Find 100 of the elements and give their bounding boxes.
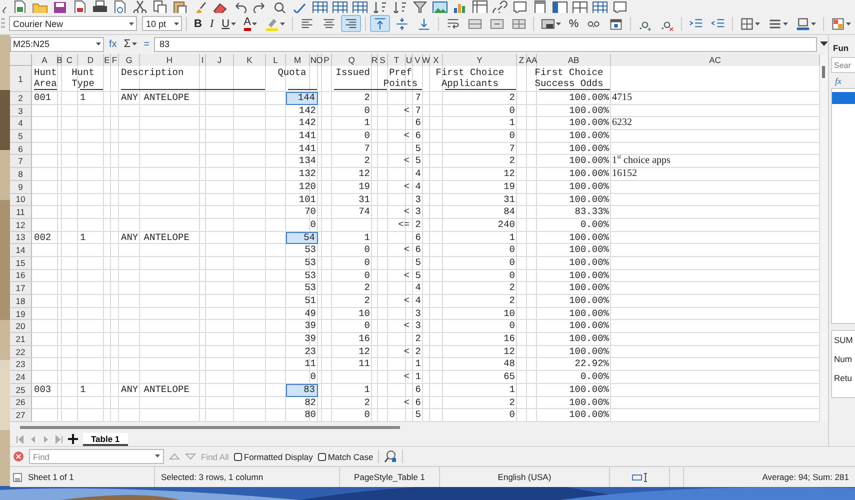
document-icon[interactable] [532,0,548,13]
horizontal-scrollbar[interactable] [20,426,400,428]
column-header[interactable]: Z [518,55,524,65]
document-icon[interactable] [72,0,88,13]
window-icon[interactable] [572,0,588,13]
table-cell[interactable]: 132 [286,168,318,181]
grid-icon[interactable] [472,0,488,13]
column-header[interactable]: Y [476,55,482,65]
table-icon[interactable] [312,0,328,13]
table-cell[interactable]: 101 [286,194,318,206]
caret-icon[interactable] [754,22,760,26]
row-header[interactable]: 9 [10,180,32,194]
printer-icon[interactable] [92,0,108,13]
caret-icon[interactable] [230,22,236,26]
document-icon[interactable] [12,0,28,13]
row-header[interactable]: 12 [10,218,32,232]
table-cell[interactable]: 53 [286,256,318,270]
column-header[interactable]: F [112,55,118,65]
caret-icon[interactable] [782,22,788,26]
font-color-button[interactable]: A [240,15,260,32]
column-header[interactable]: AA [526,55,538,65]
underline-button[interactable]: U [218,15,239,32]
align-top-button[interactable] [370,15,390,32]
row-header[interactable]: 25 [10,384,32,396]
table-cell[interactable]: 0 [286,218,318,232]
column-header[interactable]: R [371,55,378,65]
row-header[interactable]: 15 [10,256,32,270]
formula-input[interactable]: 83 [154,36,817,52]
search-icon[interactable] [272,0,288,13]
find-field[interactable]: Find [29,449,164,464]
comment-icon[interactable] [512,0,528,13]
table-cell[interactable]: 53 [286,244,318,257]
caret-icon[interactable] [155,454,160,458]
align-right-button[interactable] [340,15,361,32]
row-header[interactable]: 10 [10,194,32,206]
column-header[interactable]: K [246,55,252,65]
column-header[interactable]: V [414,55,420,65]
sheet-tab[interactable]: Table 1 [83,432,128,446]
table-cell[interactable]: 141 [286,130,318,143]
column-header[interactable]: L [273,55,278,65]
table-cell[interactable]: 80 [286,409,318,422]
column-header[interactable]: P [324,55,330,65]
formula-button[interactable]: fx [107,38,119,50]
column-header[interactable]: I [201,55,204,65]
column-header[interactable]: M [294,55,302,65]
language-status[interactable]: English (USA) [498,472,552,482]
close-icon[interactable] [13,451,24,462]
row-header[interactable]: 22 [10,346,32,358]
row-header[interactable]: 27 [10,409,32,422]
row-header[interactable]: 7 [10,155,32,168]
image-icon[interactable] [432,0,448,13]
percent-button[interactable]: % [566,15,582,32]
table-icon[interactable] [332,0,348,13]
table-cell[interactable]: 134 [286,155,318,168]
bold-button[interactable]: B [191,15,205,32]
sort-icon[interactable] [372,0,388,13]
table-cell[interactable]: 0 [286,371,318,384]
caret-icon[interactable] [96,42,101,46]
row-header[interactable]: 14 [10,244,32,257]
table-cell[interactable]: 142 [286,104,318,118]
column-header[interactable]: U [406,55,412,65]
font-size-field[interactable]: 10 pt [142,16,182,31]
column-header[interactable]: G [126,55,132,65]
caret-icon[interactable] [556,22,561,26]
caret-icon[interactable] [280,22,285,26]
formula-button[interactable]: = [142,38,152,50]
caret-icon[interactable] [252,22,257,26]
table-cell[interactable]: 83 [286,384,318,396]
caret-icon[interactable] [810,22,816,26]
row-header[interactable]: 19 [10,308,32,320]
row-header[interactable]: 8 [10,168,32,181]
column-header[interactable]: AC [709,55,721,65]
row-header[interactable]: 26 [10,396,32,410]
scissors-icon[interactable] [132,0,148,13]
comment-icon[interactable] [612,0,628,13]
copy-icon[interactable] [152,0,168,13]
row-header[interactable]: 4 [10,117,32,130]
chevron-icon[interactable] [2,6,8,13]
caret-icon[interactable] [132,42,137,46]
page-style[interactable]: PageStyle_Table 1 [354,472,425,482]
table-cell[interactable]: 39 [286,320,318,334]
column-header[interactable]: E [104,55,110,65]
table-cell[interactable]: 82 [286,396,318,410]
row-header[interactable]: 17 [10,282,32,295]
table-icon[interactable] [592,0,608,13]
table-cell[interactable]: 49 [286,308,318,320]
row-header[interactable]: 23 [10,358,32,372]
row-header[interactable]: 24 [10,371,32,384]
plus-icon[interactable] [68,434,78,444]
row-header[interactable]: 13 [10,232,32,244]
column-header[interactable]: W [422,55,430,65]
search-field[interactable]: Sear [831,57,855,73]
name-box[interactable]: M25:N25 [10,36,104,52]
column-header[interactable]: X [433,55,439,65]
table-cell[interactable]: 23 [286,346,318,358]
document-icon[interactable] [112,0,128,13]
formula-button[interactable]: Σ [122,38,139,50]
insert-function-button[interactable]: fx [833,76,849,86]
find-replace-icon[interactable] [384,450,398,463]
table-cell[interactable]: 54 [286,232,318,244]
